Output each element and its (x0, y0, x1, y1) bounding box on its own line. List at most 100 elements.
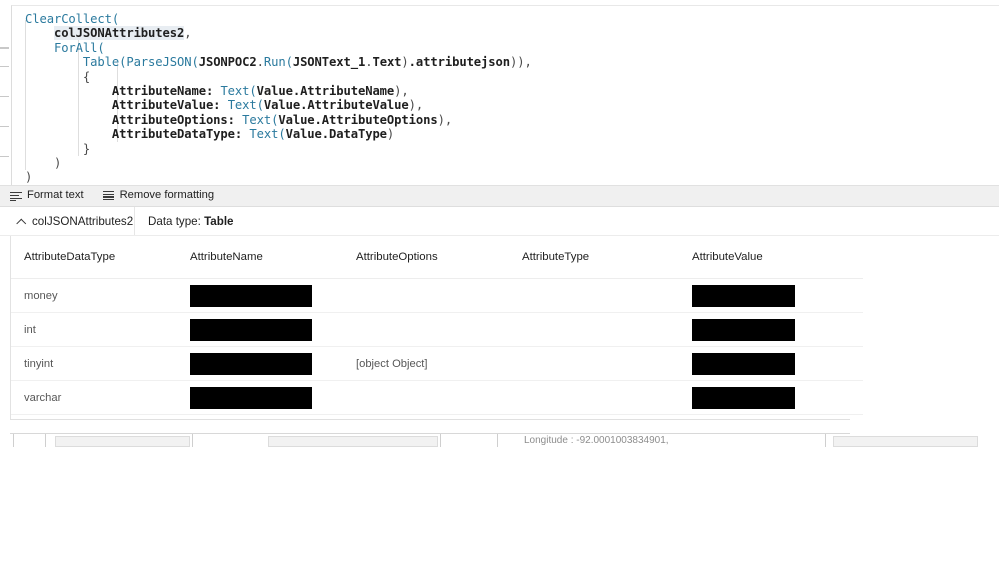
column-header-attributevalue[interactable]: AttributeValue (692, 236, 863, 279)
redaction-block (692, 318, 795, 341)
results-table: AttributeDataType AttributeName Attribut… (11, 236, 863, 415)
code-token: ), (408, 98, 424, 113)
cell-attributevalue (692, 312, 863, 347)
formula-line: ) (25, 170, 532, 184)
code-token: ), (394, 83, 409, 98)
cell-attributetype (522, 346, 692, 381)
formula-line: ClearCollect( (25, 12, 532, 26)
formula-line: AttributeValue: Text(Value.AttributeValu… (25, 98, 532, 112)
code-token: JSONText_1 (292, 55, 366, 70)
code-token: Text( (220, 83, 257, 98)
redaction-block (692, 386, 795, 409)
clipped-longitude-text: Longitude : -92.0001003834901, (524, 435, 669, 446)
format-text-label: Format text (27, 189, 84, 202)
redaction-block (190, 284, 312, 307)
variable-name-label: colJSONAttributes2 (32, 214, 134, 228)
cell-attributetype (522, 312, 692, 347)
column-header-attributename[interactable]: AttributeName (190, 236, 356, 279)
code-token: Table(ParseJSON( (82, 55, 199, 70)
variable-header-bar: colJSONAttributes2 Data type: Table (0, 207, 999, 236)
ghost-divider-1 (13, 434, 14, 447)
formula-line: AttributeOptions: Text(Value.AttributeOp… (25, 113, 532, 127)
remove-formatting-button[interactable]: Remove formatting (93, 186, 224, 206)
formula-code-text[interactable]: ClearCollect( colJSONAttributes2, ForAll… (25, 12, 532, 185)
code-token: AttributeName: (111, 83, 214, 98)
cell-attributedatatype: int (11, 312, 190, 347)
ghost-field-mid[interactable] (268, 436, 438, 447)
code-token: . (256, 55, 264, 70)
cell-text: money (24, 289, 58, 302)
format-text-icon (10, 191, 22, 202)
cell-attributeoptions (356, 278, 522, 313)
code-token: Text( (227, 98, 264, 113)
variable-collapse-toggle[interactable]: colJSONAttributes2 (0, 207, 135, 235)
code-token: Value.AttributeOptions (278, 112, 438, 127)
power-apps-formula-editor: ClearCollect( colJSONAttributes2, ForAll… (0, 0, 999, 562)
code-token: JSONPOC2 (198, 55, 257, 70)
column-header-attributeoptions[interactable]: AttributeOptions (356, 236, 522, 279)
formula-line: Table(ParseJSON(JSONPOC2.Run(JSONText_1.… (25, 55, 532, 69)
ghost-divider-6 (825, 434, 826, 447)
code-token: { (25, 69, 91, 84)
table-row[interactable]: tinyint [object Object] (11, 346, 863, 381)
remove-formatting-label: Remove formatting (119, 189, 215, 202)
code-token: , (184, 26, 192, 41)
redaction-block (190, 352, 312, 375)
cell-text: varchar (24, 391, 62, 404)
ghost-divider-4 (440, 434, 441, 447)
cell-attributevalue (692, 380, 863, 415)
column-header-attributedatatype[interactable]: AttributeDataType (11, 236, 190, 279)
formula-line: } (25, 142, 532, 156)
ghost-field-right[interactable] (833, 436, 978, 447)
remove-formatting-icon (102, 191, 115, 201)
code-token: AttributeValue: (111, 98, 221, 113)
data-type-prefix: Data type: (148, 214, 205, 228)
cell-text: [object Object] (356, 357, 428, 370)
table-row[interactable]: int (11, 312, 863, 347)
formula-line: AttributeDataType: Text(Value.DataType) (25, 127, 532, 141)
code-token: Run( (263, 55, 293, 70)
table-row[interactable]: varchar (11, 380, 863, 415)
code-token: ClearCollect( (25, 12, 120, 26)
redaction-block (692, 352, 795, 375)
cell-attributevalue (692, 278, 863, 313)
code-token: ) (386, 127, 395, 142)
cell-attributetype (522, 380, 692, 415)
strip-top-border (10, 419, 850, 420)
ghost-divider-2 (45, 434, 46, 447)
code-token: ) (25, 155, 62, 170)
column-header-attributetype[interactable]: AttributeType (522, 236, 692, 279)
formula-line: { (25, 70, 532, 84)
variable-data-type: Data type: Table (135, 215, 234, 228)
code-token: Text( (249, 127, 286, 142)
code-token: ) (25, 170, 33, 185)
table-body: money int tinyint [object Object] varchar (11, 278, 863, 415)
ghost-divider-3 (192, 434, 193, 447)
formula-input-box[interactable]: ClearCollect( colJSONAttributes2, ForAll… (11, 5, 999, 185)
table-header-row: AttributeDataType AttributeName Attribut… (11, 236, 863, 279)
code-token: Text( (242, 112, 279, 127)
formula-line: AttributeName: Text(Value.AttributeName)… (25, 84, 532, 98)
code-token: AttributeOptions: (111, 112, 235, 127)
cell-attributeoptions (356, 312, 522, 347)
cell-attributeoptions: [object Object] (356, 346, 522, 381)
cell-attributeoptions (356, 380, 522, 415)
cell-attributedatatype: tinyint (11, 346, 190, 381)
results-panel: AttributeDataType AttributeName Attribut… (0, 236, 999, 419)
cell-attributename (190, 312, 356, 347)
strip-bottom-border (10, 433, 850, 434)
code-token: AttributeDataType: (111, 127, 243, 142)
redaction-block (692, 284, 795, 307)
chevron-up-icon (17, 217, 25, 225)
ghost-field-left[interactable] (55, 436, 190, 447)
format-text-button[interactable]: Format text (0, 186, 93, 206)
code-token: Value.AttributeValue (263, 98, 409, 113)
cell-attributedatatype: varchar (11, 380, 190, 415)
table-row[interactable]: money (11, 278, 863, 313)
code-token: ForAll( (53, 40, 105, 55)
